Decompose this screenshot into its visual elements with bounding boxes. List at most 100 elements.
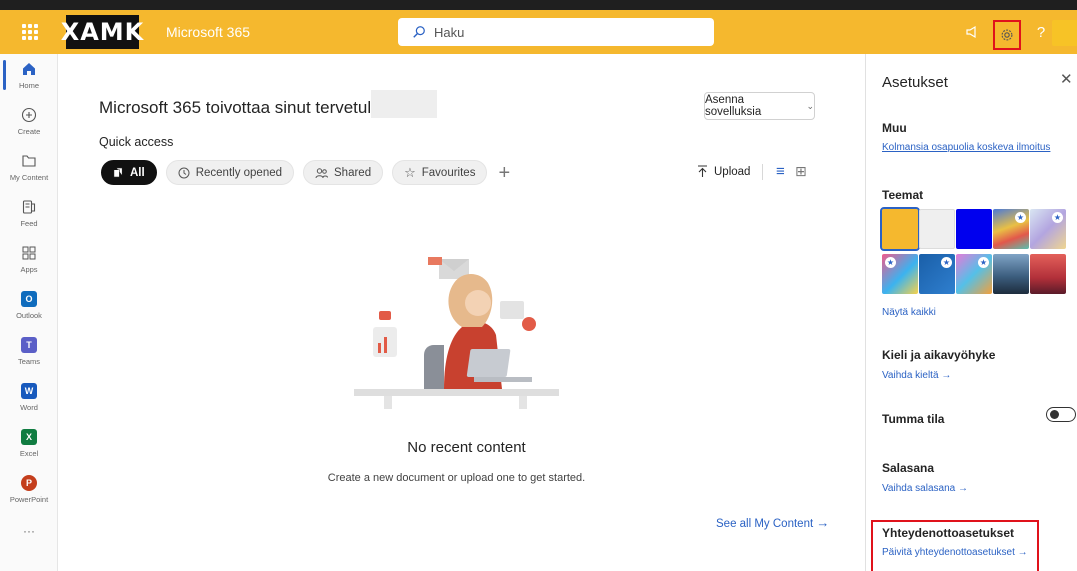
install-apps-label: Asenna sovelluksia bbox=[705, 94, 762, 118]
rail-label: Feed bbox=[20, 219, 38, 228]
rail-label: Create bbox=[17, 127, 41, 136]
rail-more-button[interactable]: ··· bbox=[0, 520, 58, 566]
pill-label: Recently opened bbox=[195, 166, 283, 179]
section-contact-title: Yhteydenottoasetukset bbox=[882, 526, 1015, 540]
app-launcher-icon[interactable] bbox=[22, 24, 38, 40]
third-party-notice-link[interactable]: Kolmansia osapuolia koskeva ilmoitus bbox=[882, 142, 1050, 153]
main-content: Microsoft 365 toivottaa sinut tervetulle… bbox=[59, 54, 926, 571]
change-password-label: Vaihda salasana bbox=[882, 483, 956, 494]
theme-mountains[interactable] bbox=[993, 254, 1029, 294]
section-themes-title: Teemat bbox=[882, 188, 924, 202]
chevron-down-icon: ⌄ bbox=[806, 100, 814, 111]
update-contact-settings-link[interactable]: Päivitä yhteydenottoasetukset → bbox=[882, 547, 1028, 558]
pill-shared[interactable]: Shared bbox=[303, 160, 384, 185]
theme-yellow[interactable] bbox=[880, 207, 920, 251]
app-name[interactable]: Microsoft 365 bbox=[166, 24, 250, 40]
premium-star-icon: ★ bbox=[978, 257, 989, 268]
header-bar: XAMK Microsoft 365 Haku ? bbox=[0, 10, 1077, 54]
theme-rainbow[interactable]: ★ bbox=[993, 209, 1029, 249]
rail-item-word[interactable]: W Word bbox=[0, 380, 58, 426]
show-all-themes-link[interactable]: Näytä kaikki bbox=[882, 307, 936, 318]
search-icon bbox=[413, 26, 425, 38]
teams-icon: T bbox=[18, 334, 40, 356]
theme-blue[interactable] bbox=[956, 209, 992, 249]
see-all-my-content-link[interactable]: See all My Content → bbox=[716, 515, 829, 530]
grid-view-icon[interactable]: ⊞ bbox=[795, 163, 807, 180]
section-password-title: Salasana bbox=[882, 461, 935, 475]
arrow-right-icon: → bbox=[957, 483, 968, 494]
upload-icon bbox=[698, 165, 707, 177]
rail-item-powerpoint[interactable]: P PowerPoint bbox=[0, 472, 58, 518]
theme-colorful[interactable]: ★ bbox=[956, 254, 992, 294]
create-icon bbox=[18, 104, 40, 126]
panel-title: Asetukset bbox=[882, 74, 948, 91]
change-language-link[interactable]: Vaihda kieltä → bbox=[882, 370, 951, 381]
filter-pills: All Recently opened Shared ☆ Favourites … bbox=[101, 160, 510, 185]
avatar[interactable] bbox=[1052, 20, 1077, 46]
dark-mode-toggle[interactable] bbox=[1046, 407, 1076, 422]
theme-circuit[interactable]: ★ bbox=[919, 254, 955, 294]
megaphone-icon[interactable] bbox=[962, 22, 982, 42]
excel-icon: X bbox=[18, 426, 40, 448]
pill-all[interactable]: All bbox=[101, 160, 157, 185]
premium-star-icon: ★ bbox=[885, 257, 896, 268]
rail-item-home[interactable]: Home bbox=[0, 58, 58, 104]
theme-light[interactable] bbox=[919, 209, 955, 249]
redacted-user-name bbox=[371, 90, 437, 118]
rail-label: Apps bbox=[20, 265, 38, 274]
upload-label: Upload bbox=[714, 165, 751, 178]
pill-label: Favourites bbox=[421, 166, 476, 179]
rail-label: Outlook bbox=[16, 311, 42, 320]
pill-recently-opened[interactable]: Recently opened bbox=[165, 160, 295, 185]
search-box[interactable]: Haku bbox=[398, 18, 714, 46]
premium-star-icon: ★ bbox=[1052, 212, 1063, 223]
upload-button[interactable]: Upload bbox=[697, 165, 750, 178]
rail-label: PowerPoint bbox=[9, 495, 49, 504]
all-files-icon bbox=[113, 167, 123, 178]
pill-favourites[interactable]: ☆ Favourites bbox=[392, 160, 488, 185]
pill-label: Shared bbox=[334, 166, 372, 179]
help-button[interactable]: ? bbox=[1031, 22, 1051, 42]
theme-sunset[interactable] bbox=[1030, 254, 1066, 294]
list-view-icon[interactable]: ≡ bbox=[776, 163, 785, 180]
outlook-icon: O bbox=[18, 288, 40, 310]
pill-label: All bbox=[130, 166, 145, 179]
rail-label: Teams bbox=[17, 357, 41, 366]
xamk-logo[interactable]: XAMK bbox=[61, 15, 143, 49]
quick-access-heading: Quick access bbox=[99, 135, 174, 149]
update-contact-label: Päivitä yhteydenottoasetukset bbox=[882, 547, 1015, 558]
apps-icon bbox=[18, 242, 40, 264]
rail-item-excel[interactable]: X Excel bbox=[0, 426, 58, 472]
add-filter-icon[interactable]: + bbox=[498, 163, 510, 183]
see-all-label: See all My Content bbox=[716, 518, 814, 530]
rail-label: Excel bbox=[19, 449, 39, 458]
arrow-right-icon: → bbox=[941, 370, 952, 381]
rail-item-teams[interactable]: T Teams bbox=[0, 334, 58, 380]
rail-item-feed[interactable]: Feed bbox=[0, 196, 58, 242]
folder-icon bbox=[18, 150, 40, 172]
home-icon bbox=[18, 58, 40, 80]
install-apps-button[interactable]: Asenna sovelluksia ⌄ bbox=[704, 92, 815, 120]
theme-cartoon[interactable]: ★ bbox=[882, 254, 918, 294]
word-icon: W bbox=[18, 380, 40, 402]
people-icon bbox=[315, 167, 329, 178]
rail-label: Word bbox=[20, 403, 38, 412]
feed-icon bbox=[18, 196, 40, 218]
premium-star-icon: ★ bbox=[941, 257, 952, 268]
change-password-link[interactable]: Vaihda salasana → bbox=[882, 483, 968, 494]
empty-state-title: No recent content bbox=[407, 439, 526, 456]
dark-mode-label: Tumma tila bbox=[882, 412, 945, 426]
empty-state-illustration bbox=[354, 257, 559, 409]
rail-item-apps[interactable]: Apps bbox=[0, 242, 58, 288]
settings-button[interactable] bbox=[993, 20, 1021, 50]
premium-star-icon: ★ bbox=[1015, 212, 1026, 223]
rail-item-outlook[interactable]: O Outlook bbox=[0, 288, 58, 334]
section-muu-title: Muu bbox=[882, 121, 907, 135]
empty-state-hint: Create a new document or upload one to g… bbox=[327, 472, 586, 484]
theme-pastel[interactable]: ★ bbox=[1030, 209, 1066, 249]
rail-item-create[interactable]: Create bbox=[0, 104, 58, 150]
rail-item-my-content[interactable]: My Content bbox=[0, 150, 58, 196]
close-icon[interactable]: ✕ bbox=[1060, 70, 1073, 88]
app-rail: Home Create My Content Feed Apps O Outlo… bbox=[0, 54, 58, 571]
powerpoint-icon: P bbox=[18, 472, 40, 494]
